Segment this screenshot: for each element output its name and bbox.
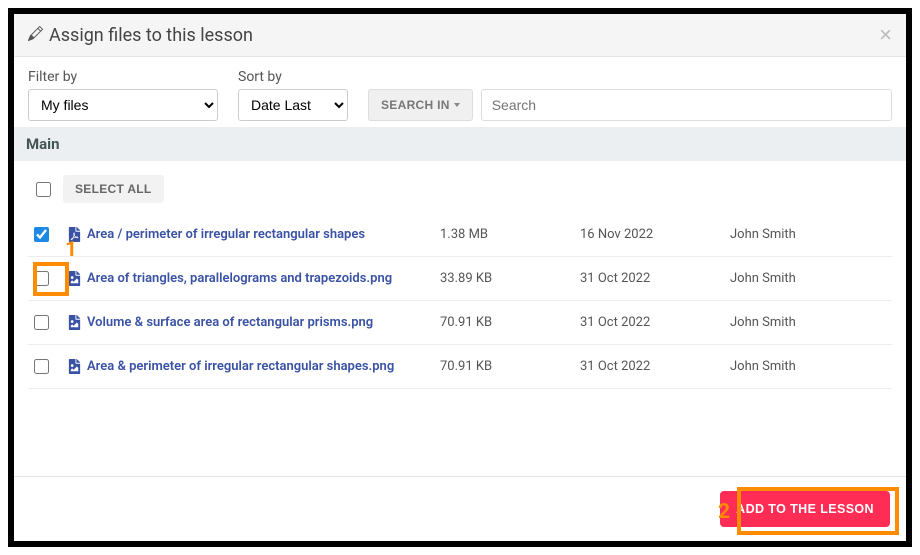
search-input[interactable] xyxy=(481,89,892,121)
file-date: 16 Nov 2022 xyxy=(580,227,730,242)
assign-files-modal: Assign files to this lesson × Filter by … xyxy=(14,14,906,541)
filter-by-select[interactable]: My files xyxy=(28,89,218,121)
file-name-link[interactable]: Area / perimeter of irregular rectangula… xyxy=(87,227,365,242)
file-name-link[interactable]: Volume & surface area of rectangular pri… xyxy=(87,315,373,330)
select-all-button[interactable]: SELECT ALL xyxy=(63,175,164,203)
pencil-icon xyxy=(28,25,43,46)
modal-title-text: Assign files to this lesson xyxy=(49,25,253,46)
file-checkbox[interactable] xyxy=(34,227,49,242)
file-date: 31 Oct 2022 xyxy=(580,271,730,286)
file-list: Area / perimeter of irregular rectangula… xyxy=(28,213,892,389)
section-title: Main xyxy=(14,127,906,161)
file-owner: John Smith xyxy=(730,227,886,242)
table-row: Volume & surface area of rectangular pri… xyxy=(28,301,892,345)
file-owner: John Smith xyxy=(730,359,886,374)
table-row: Area & perimeter of irregular rectangula… xyxy=(28,345,892,389)
sort-by-label: Sort by xyxy=(238,69,348,85)
add-to-lesson-button[interactable]: ADD TO THE LESSON xyxy=(720,491,890,527)
file-checkbox[interactable] xyxy=(34,359,49,374)
filter-by-label: Filter by xyxy=(28,69,218,85)
file-image-icon xyxy=(68,271,81,286)
table-row: Area / perimeter of irregular rectangula… xyxy=(28,213,892,257)
caret-down-icon xyxy=(454,103,460,107)
modal-title: Assign files to this lesson xyxy=(28,25,253,46)
table-row: Area of triangles, parallelograms and tr… xyxy=(28,257,892,301)
controls-row: Filter by My files Sort by Date Last SEA… xyxy=(28,69,892,121)
file-owner: John Smith xyxy=(730,271,886,286)
file-image-icon xyxy=(68,315,81,330)
file-size: 70.91 KB xyxy=(440,315,580,330)
file-owner: John Smith xyxy=(730,315,886,330)
modal-footer: ADD TO THE LESSON xyxy=(14,476,906,541)
file-size: 70.91 KB xyxy=(440,359,580,374)
search-in-button[interactable]: SEARCH IN xyxy=(368,89,473,121)
file-size: 33.89 KB xyxy=(440,271,580,286)
file-name-link[interactable]: Area of triangles, parallelograms and tr… xyxy=(87,271,392,286)
search-in-label: SEARCH IN xyxy=(381,98,450,112)
sort-by-select[interactable]: Date Last xyxy=(238,89,348,121)
file-checkbox[interactable] xyxy=(34,271,49,286)
close-button[interactable]: × xyxy=(879,24,892,46)
file-date: 31 Oct 2022 xyxy=(580,359,730,374)
file-size: 1.38 MB xyxy=(440,227,580,242)
modal-header: Assign files to this lesson × xyxy=(14,14,906,57)
file-name-link[interactable]: Area & perimeter of irregular rectangula… xyxy=(87,359,394,374)
file-date: 31 Oct 2022 xyxy=(580,315,730,330)
file-checkbox[interactable] xyxy=(34,315,49,330)
file-pdf-icon xyxy=(68,227,81,242)
file-image-icon xyxy=(68,359,81,374)
select-all-checkbox[interactable] xyxy=(36,182,51,197)
